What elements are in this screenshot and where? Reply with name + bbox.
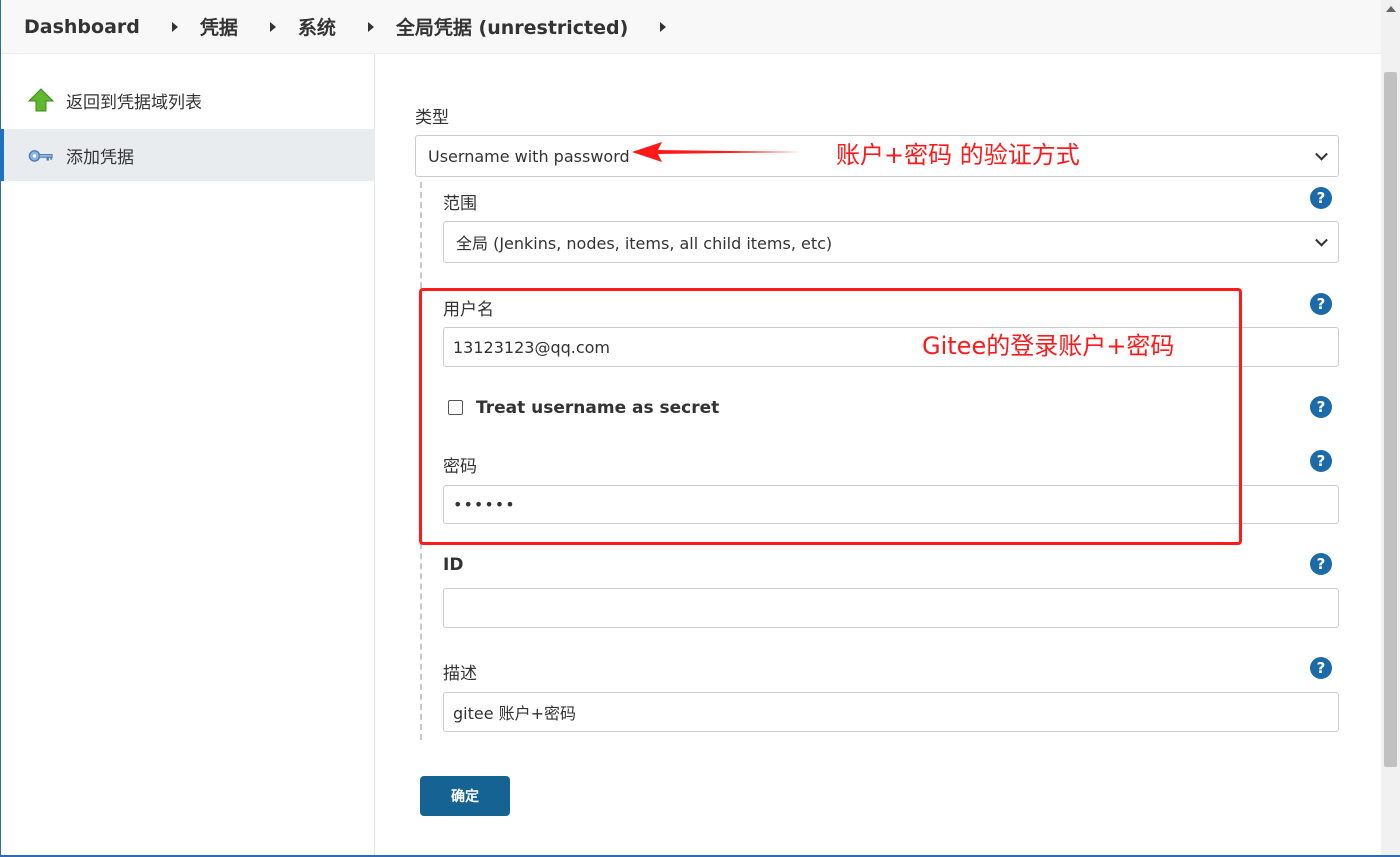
sidebar-item-label: 返回到凭据域列表 <box>66 92 202 113</box>
scrollbar-thumb[interactable] <box>1384 72 1397 767</box>
annotation-arrow-icon <box>632 142 802 162</box>
help-icon[interactable]: ? <box>1310 553 1332 575</box>
chevron-right-icon[interactable] <box>660 21 667 32</box>
id-input[interactable] <box>443 588 1339 628</box>
chevron-right-icon[interactable] <box>269 21 276 32</box>
description-input[interactable]: gitee 账户+密码 <box>443 692 1339 732</box>
key-icon <box>28 142 54 168</box>
scope-select-value: 全局 (Jenkins, nodes, items, all child ite… <box>456 234 833 253</box>
sidebar-item-label: 添加凭据 <box>66 147 134 168</box>
breadcrumb-credentials[interactable]: 凭据 <box>200 13 238 40</box>
scroll-up-icon[interactable] <box>1381 0 1400 18</box>
scope-label: 范围 <box>443 194 477 214</box>
chevron-right-icon[interactable] <box>171 21 178 32</box>
sidebar: 返回到凭据域列表 添加凭据 <box>0 54 375 857</box>
up-arrow-icon <box>28 87 54 113</box>
description-input-value: gitee 账户+密码 <box>453 704 577 723</box>
breadcrumb-system[interactable]: 系统 <box>298 13 336 40</box>
scope-select[interactable]: 全局 (Jenkins, nodes, items, all child ite… <box>443 221 1339 263</box>
kind-select-value: Username with password <box>428 146 630 166</box>
id-label: ID <box>443 555 464 575</box>
breadcrumb-global-credentials[interactable]: 全局凭据 (unrestricted) <box>396 13 628 40</box>
help-icon[interactable]: ? <box>1310 396 1332 418</box>
help-icon[interactable]: ? <box>1310 187 1332 209</box>
vertical-scrollbar[interactable] <box>1381 0 1400 857</box>
submit-button[interactable]: 确定 <box>420 776 510 816</box>
chevron-right-icon[interactable] <box>367 21 374 32</box>
sidebar-item-back-to-domains[interactable]: 返回到凭据域列表 <box>0 74 375 126</box>
help-icon[interactable]: ? <box>1310 657 1332 679</box>
kind-annotation-text: 账户+密码 的验证方式 <box>836 141 1080 169</box>
kind-label: 类型 <box>415 108 449 128</box>
help-icon[interactable]: ? <box>1310 293 1332 315</box>
description-label: 描述 <box>443 664 477 684</box>
sidebar-item-add-credentials[interactable]: 添加凭据 <box>0 129 375 181</box>
credentials-annotation-text: Gitee的登录账户+密码 <box>922 332 1175 360</box>
help-icon[interactable]: ? <box>1310 450 1332 472</box>
breadcrumb-dashboard[interactable]: Dashboard <box>24 16 140 38</box>
breadcrumb: Dashboard 凭据 系统 全局凭据 (unrestricted) <box>0 0 1381 54</box>
